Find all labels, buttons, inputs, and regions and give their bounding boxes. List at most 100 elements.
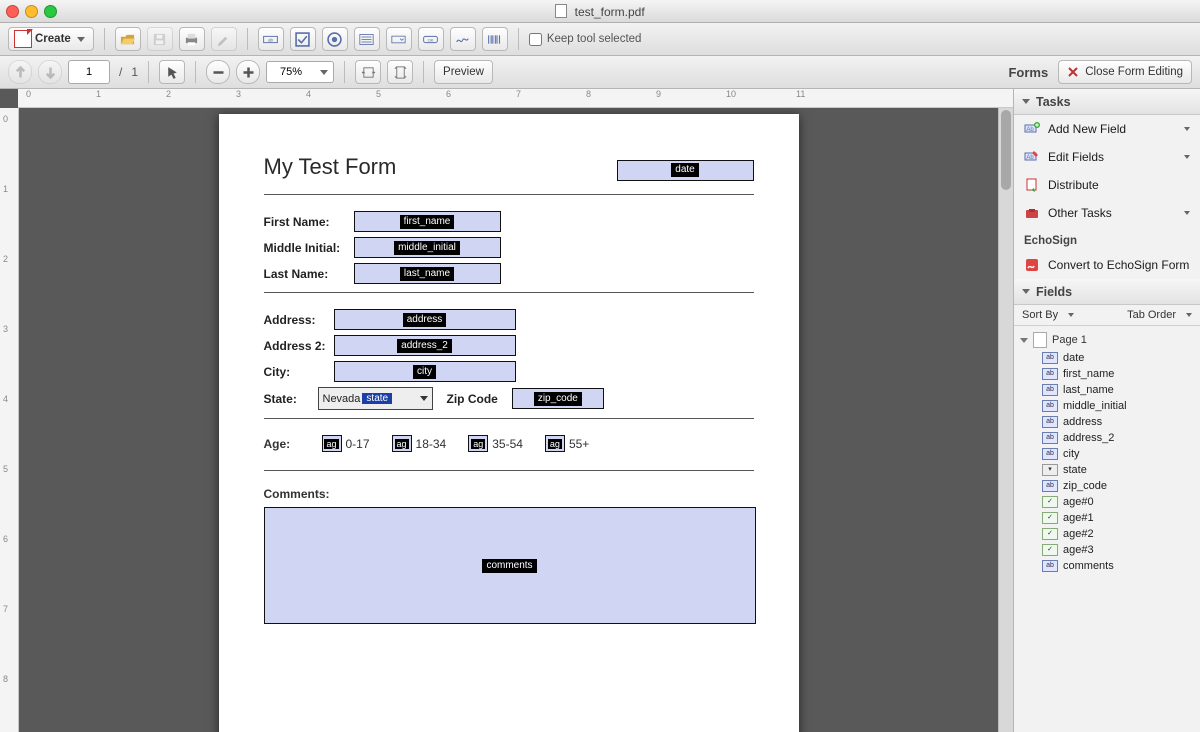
keep-tool-selected-checkbox[interactable]: Keep tool selected xyxy=(529,33,642,46)
comments-label: Comments: xyxy=(264,487,754,501)
field-state[interactable]: Nevada state xyxy=(318,387,433,410)
field-name: city xyxy=(1063,448,1080,460)
field-item[interactable]: abaddress_2 xyxy=(1020,430,1194,446)
field-item[interactable]: ab address xyxy=(1020,414,1194,430)
fields-tree[interactable]: Page 1 abdateabfirst_nameablast_nameabmi… xyxy=(1014,326,1200,732)
tab-order-dropdown[interactable]: Tab Order xyxy=(1127,309,1192,321)
field-middle-initial[interactable]: middle_initial xyxy=(354,237,501,258)
sort-by-dropdown[interactable]: Sort By xyxy=(1022,309,1074,321)
barcode-tool[interactable] xyxy=(482,27,508,51)
field-name: middle_initial xyxy=(1063,400,1127,412)
chevron-down-icon xyxy=(1068,313,1074,317)
print-button[interactable] xyxy=(179,27,205,51)
task-distribute[interactable]: Distribute xyxy=(1014,171,1200,199)
convert-echosign-button[interactable]: Convert to EchoSign Form xyxy=(1014,251,1200,279)
field-item[interactable]: ✓age#3 xyxy=(1020,542,1194,558)
field-first-name[interactable]: first_name xyxy=(354,211,501,232)
field-address[interactable]: address xyxy=(334,309,516,330)
checkbox-icon: ag xyxy=(545,435,565,452)
task-add-field[interactable]: AbAdd New Field xyxy=(1014,115,1200,143)
button-tool[interactable]: OK xyxy=(418,27,444,51)
field-name: zip_code xyxy=(1063,480,1107,492)
radio-tool[interactable] xyxy=(322,27,348,51)
field-name: address xyxy=(1063,416,1102,428)
zoom-input[interactable] xyxy=(267,62,315,82)
age-option-0[interactable]: ag0-17 xyxy=(322,435,370,452)
close-form-editing-button[interactable]: Close Form Editing xyxy=(1058,60,1192,84)
open-button[interactable] xyxy=(115,27,141,51)
document-page[interactable]: My Test Form date First Name:first_name … xyxy=(219,114,799,732)
prev-page-button[interactable] xyxy=(8,60,32,84)
task-edit-field[interactable]: AbEdit Fields xyxy=(1014,143,1200,171)
address-label: Address: xyxy=(264,313,334,327)
vertical-scrollbar[interactable] xyxy=(998,108,1013,732)
field-item[interactable]: abfirst_name xyxy=(1020,366,1194,382)
vertical-ruler: 0123456789 xyxy=(0,108,19,732)
field-item[interactable]: ✓age#1 xyxy=(1020,510,1194,526)
field-address2[interactable]: address_2 xyxy=(334,335,516,356)
select-tool[interactable] xyxy=(159,60,185,84)
field-name: address_2 xyxy=(1063,432,1114,444)
field-type-icon: ✓ xyxy=(1042,496,1058,508)
field-item[interactable]: ▾state xyxy=(1020,462,1194,478)
field-date[interactable]: date xyxy=(617,160,754,181)
preview-button[interactable]: Preview xyxy=(434,60,493,84)
field-item[interactable]: abdate xyxy=(1020,350,1194,366)
zoom-in-button[interactable] xyxy=(236,60,260,84)
field-type-icon: ab xyxy=(1042,416,1058,428)
listbox-tool[interactable] xyxy=(354,27,380,51)
svg-text:ab: ab xyxy=(268,37,273,42)
field-item[interactable]: ✓age#0 xyxy=(1020,494,1194,510)
text-field-tool[interactable]: ab xyxy=(258,27,284,51)
age-group: Age: ag0-17 ag18-34 ag35-54 ag55+ xyxy=(264,435,754,452)
field-name: comments xyxy=(1063,560,1114,572)
age-option-2[interactable]: ag35-54 xyxy=(468,435,523,452)
first-name-label: First Name: xyxy=(264,215,354,229)
page-number-input[interactable] xyxy=(68,60,110,84)
age-option-3[interactable]: ag55+ xyxy=(545,435,589,452)
save-button[interactable] xyxy=(147,27,173,51)
field-item[interactable]: ablast_name xyxy=(1020,382,1194,398)
keep-tool-checkbox[interactable] xyxy=(529,33,542,46)
tree-page-node[interactable]: Page 1 xyxy=(1020,330,1194,350)
signature-tool[interactable] xyxy=(450,27,476,51)
dropdown-tool[interactable] xyxy=(386,27,412,51)
field-last-name[interactable]: last_name xyxy=(354,263,501,284)
fields-panel-header[interactable]: Fields xyxy=(1014,279,1200,305)
field-item[interactable]: abmiddle_initial xyxy=(1020,398,1194,414)
middle-initial-label: Middle Initial: xyxy=(264,241,354,255)
svg-text:Ab: Ab xyxy=(1026,155,1034,161)
field-comments[interactable]: comments xyxy=(264,507,756,624)
task-other[interactable]: Other Tasks xyxy=(1014,199,1200,227)
edit-button[interactable] xyxy=(211,27,237,51)
task-label: Other Tasks xyxy=(1048,206,1112,220)
field-item[interactable]: abzip_code xyxy=(1020,478,1194,494)
edit-field-icon: Ab xyxy=(1024,149,1040,165)
toolbar-secondary: / 1 Preview Forms Close Form Editing xyxy=(0,56,1200,89)
next-page-button[interactable] xyxy=(38,60,62,84)
field-item[interactable]: ✓age#2 xyxy=(1020,526,1194,542)
field-type-icon: ab xyxy=(1042,448,1058,460)
age-label: Age: xyxy=(264,437,304,451)
checkbox-tool[interactable] xyxy=(290,27,316,51)
fit-page-button[interactable] xyxy=(387,60,413,84)
zoom-out-button[interactable] xyxy=(206,60,230,84)
pdf-icon xyxy=(14,30,32,48)
field-type-icon: ✓ xyxy=(1042,512,1058,524)
chevron-down-icon[interactable] xyxy=(320,70,328,75)
field-zip[interactable]: zip_code xyxy=(512,388,604,409)
window-titlebar: test_form.pdf xyxy=(0,0,1200,23)
create-button[interactable]: Create xyxy=(8,27,94,51)
fit-width-button[interactable] xyxy=(355,60,381,84)
field-item[interactable]: abcity xyxy=(1020,446,1194,462)
field-item[interactable]: ab comments xyxy=(1020,558,1194,574)
field-type-icon: ab xyxy=(1042,560,1058,572)
field-type-icon: ab xyxy=(1042,384,1058,396)
checkbox-icon: ag xyxy=(468,435,488,452)
field-city[interactable]: city xyxy=(334,361,516,382)
chevron-down-icon xyxy=(420,396,428,401)
field-name: first_name xyxy=(1063,368,1114,380)
tasks-panel-header[interactable]: Tasks xyxy=(1014,89,1200,115)
checkbox-icon: ag xyxy=(392,435,412,452)
age-option-1[interactable]: ag18-34 xyxy=(392,435,447,452)
